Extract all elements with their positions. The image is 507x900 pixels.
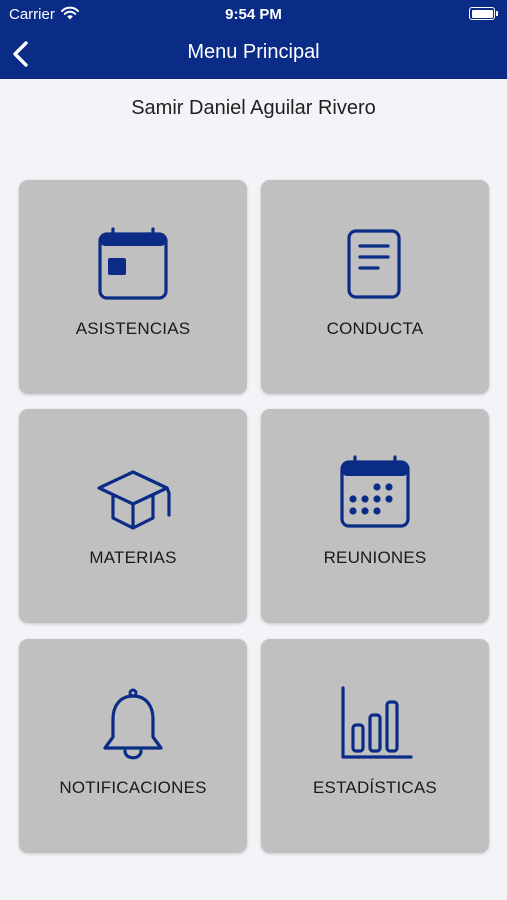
document-icon <box>347 229 401 299</box>
bar-chart-icon <box>341 686 413 759</box>
clock: 9:54 PM <box>225 6 282 23</box>
battery-icon <box>469 7 498 20</box>
nav-bar: Menu Principal <box>0 30 507 79</box>
page-title: Menu Principal <box>187 41 320 63</box>
menu-tile-estadisticas[interactable]: ESTADÍSTICAS <box>261 639 489 853</box>
menu-tile-label: ASISTENCIAS <box>75 319 191 338</box>
menu-tile-materias[interactable]: MATERIAS <box>19 409 247 623</box>
menu-tile-label: CONDUCTA <box>326 319 424 338</box>
menu-tile-label: NOTIFICACIONES <box>59 778 207 797</box>
calendar-grid-icon <box>340 455 410 528</box>
menu-tile-label: MATERIAS <box>89 548 177 567</box>
calendar-card-icon <box>98 227 168 300</box>
menu-tile-label: ESTADÍSTICAS <box>313 778 437 797</box>
menu-tile-notificaciones[interactable]: NOTIFICACIONES <box>19 639 247 853</box>
menu-tile-label: REUNIONES <box>323 548 427 567</box>
status-bar: Carrier 9:54 PM <box>0 0 507 30</box>
menu-tile-reuniones[interactable]: REUNIONES <box>261 409 489 623</box>
graduation-cap-icon <box>97 470 171 530</box>
menu-tile-asistencias[interactable]: ASISTENCIAS <box>19 180 247 394</box>
menu-tile-conducta[interactable]: CONDUCTA <box>261 180 489 394</box>
bell-icon <box>103 688 163 760</box>
user-name: Samir Daniel Aguilar Rivero <box>131 97 376 119</box>
